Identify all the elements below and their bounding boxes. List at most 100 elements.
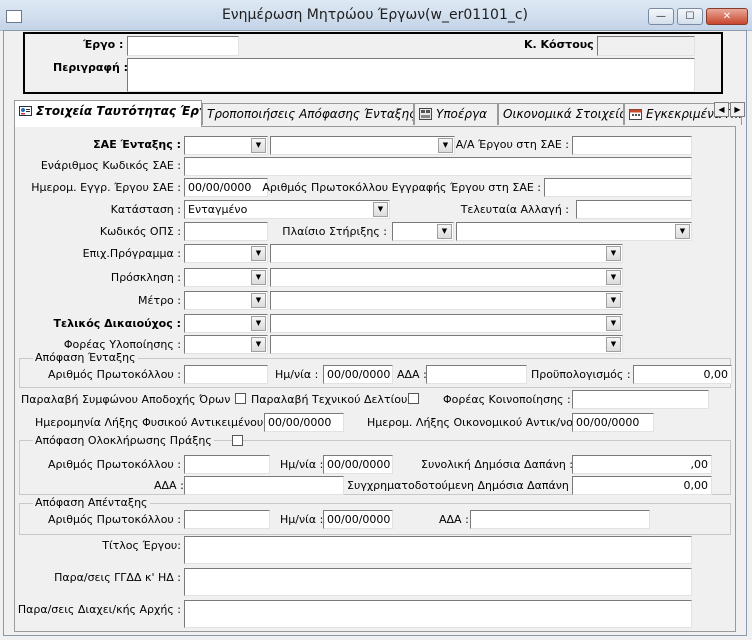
parasis-ggdd-textarea[interactable] [184, 568, 692, 596]
teleutaia-allagi-input[interactable] [576, 200, 692, 219]
oloklirosis-hmnia-input[interactable]: 00/00/0000 [323, 455, 393, 474]
proypologismos-input[interactable]: 0,00 [633, 365, 732, 384]
kodikos-ops-input[interactable] [184, 222, 268, 241]
maximize-button[interactable]: ☐ [677, 8, 703, 25]
sae-entaxis-desc-dropdown[interactable]: ▼ [270, 136, 455, 155]
perigrafi-input[interactable] [127, 58, 695, 92]
titlos-label: Τίτλος Έργου: [102, 539, 181, 552]
sygxrim-input[interactable]: 0,00 [572, 476, 712, 495]
telikos-dikaiouxos-desc-dropdown[interactable]: ▼ [270, 314, 623, 333]
hmer-lixis-fysikou-input[interactable]: 00/00/0000 [264, 413, 344, 432]
sygxrim-label: Συγχρηματοδοτούμενη Δημόσια Δαπάνη : [347, 479, 577, 492]
tab-stoixeia-taftotitas[interactable]: Στοιχεία Ταυτότητας Έργου [14, 100, 202, 127]
enarithmos-input[interactable] [184, 157, 692, 176]
ergo-input[interactable] [127, 36, 239, 56]
apofasi-apentaxis-title: Απόφαση Απένταξης [33, 496, 150, 509]
tab-panel-stoixeia: ΣΑΕ Ένταξης : ▼ ▼ Α/Α Έργου στη ΣΑΕ : Εν… [14, 126, 736, 632]
chevron-down-icon: ▼ [606, 246, 621, 261]
maximize-icon: ☐ [685, 11, 695, 22]
epix-programma-desc-dropdown[interactable]: ▼ [270, 244, 623, 263]
titlos-textarea[interactable] [184, 536, 692, 564]
entaxis-hmnia-input[interactable]: 00/00/0000 [323, 365, 393, 384]
metro-desc-dropdown[interactable]: ▼ [270, 291, 623, 310]
foreas-ylopoiisis-dropdown[interactable]: ▼ [184, 335, 268, 354]
prosklisi-desc-dropdown[interactable]: ▼ [270, 268, 623, 287]
close-button[interactable]: ✕ [706, 8, 748, 25]
parasis-diax-textarea[interactable] [184, 600, 692, 628]
synoliki-label: Συνολική Δημόσια Δαπάνη : [421, 458, 574, 471]
chevron-down-icon: ▼ [438, 138, 453, 153]
hmerom-eggr-label: Ημερομ. Εγγρ. Έργου ΣΑΕ : [31, 181, 181, 194]
prosklisi-dropdown[interactable]: ▼ [184, 268, 268, 287]
chevron-down-icon: ▼ [606, 337, 621, 352]
enarithmos-label: Ενάριθμος Κωδικός ΣΑΕ : [40, 159, 181, 172]
tab-scroll-right-button[interactable]: ▶ [730, 102, 745, 117]
chevron-down-icon: ▼ [606, 270, 621, 285]
paralavi-symfonou-checkbox[interactable] [235, 393, 246, 404]
chevron-down-icon: ▼ [606, 293, 621, 308]
kostous-label: Κ. Κόστους : [524, 38, 602, 51]
chevron-down-icon: ▼ [437, 224, 452, 239]
paralavi-texnikou-checkbox[interactable] [408, 393, 419, 404]
subprojects-icon [419, 108, 432, 120]
chevron-left-icon: ◀ [718, 105, 725, 114]
telikos-dikaiouxos-label: Τελικός Δικαιούχος : [53, 317, 181, 330]
tab-ypoerga[interactable]: Υποέργα [414, 103, 498, 125]
katastasi-dropdown[interactable]: Ενταγμένο ▼ [184, 200, 390, 219]
chevron-down-icon: ▼ [251, 293, 266, 308]
chevron-down-icon: ▼ [251, 138, 266, 153]
entaxis-ada-label: ΑΔΑ : [397, 368, 427, 381]
tab-scroll-left-button[interactable]: ◀ [714, 102, 729, 117]
app-window-icon [6, 10, 22, 23]
plaisio-desc-dropdown[interactable]: ▼ [456, 222, 692, 241]
paralavi-texnikou-label: Παραλαβή Τεχνικού Δελτίου : [251, 393, 415, 406]
katastasi-value: Ενταγμένο [188, 203, 248, 216]
hmer-lixis-oikonomikou-input[interactable]: 00/00/0000 [572, 413, 654, 432]
ergo-label: Έργο : [83, 38, 124, 51]
minimize-button[interactable]: — [648, 8, 674, 25]
header-panel: Έργο : Κ. Κόστους : Περιγραφή : [23, 32, 723, 94]
entaxis-hmnia-label: Ημ/νία : [275, 368, 319, 381]
apentaxis-ada-label: ΑΔΑ : [439, 513, 469, 526]
entaxis-arithmos-input[interactable] [184, 365, 268, 384]
apentaxis-arithmos-input[interactable] [184, 510, 270, 529]
chevron-down-icon: ▼ [251, 270, 266, 285]
sae-entaxis-label: ΣΑΕ Ένταξης : [93, 138, 181, 151]
tab-oikonomika[interactable]: Οικονομικά Στοιχεία [498, 103, 624, 125]
chevron-down-icon: ▼ [606, 316, 621, 331]
oloklirosis-hmnia-label: Ημ/νία : [280, 458, 324, 471]
chevron-down-icon: ▼ [251, 337, 266, 352]
oloklirosis-ada-input[interactable] [184, 476, 344, 495]
katastasi-label: Κατάσταση : [110, 203, 181, 216]
synoliki-input[interactable]: ,00 [572, 455, 712, 474]
telikos-dikaiouxos-dropdown[interactable]: ▼ [184, 314, 268, 333]
plaisio-dropdown[interactable]: ▼ [392, 222, 454, 241]
epix-programma-dropdown[interactable]: ▼ [184, 244, 268, 263]
hmer-lixis-fysikou-label: Ημερομηνία Λήξης Φυσικού Αντικειμένου : [35, 416, 271, 429]
apofasi-oloklirosis-title: Απόφαση Ολοκλήρωσης Πράξης [33, 434, 214, 447]
tab-label: Οικονομικά Στοιχεία [503, 107, 624, 121]
sae-entaxis-dropdown[interactable]: ▼ [184, 136, 268, 155]
foreas-koinopoiisis-input[interactable] [572, 390, 709, 409]
tab-tropopoiiseis[interactable]: Τροποποιήσεις Απόφασης Ένταξης [202, 103, 414, 125]
title-bar: Ενημέρωση Μητρώου Έργων(w_er01101_c) — ☐… [0, 0, 752, 31]
arithmos-protokollou-eggrafis-input[interactable] [544, 178, 692, 197]
apentaxis-hmnia-input[interactable]: 00/00/0000 [323, 510, 393, 529]
kodikos-ops-label: Κωδικός ΟΠΣ : [99, 225, 181, 238]
foreas-ylopoiisis-desc-dropdown[interactable]: ▼ [270, 335, 623, 354]
close-icon: ✕ [722, 11, 732, 22]
apentaxis-ada-input[interactable] [470, 510, 650, 529]
chevron-down-icon: ▼ [373, 202, 388, 217]
arithmos-protokollou-eggrafis-label: Αριθμός Πρωτοκόλλου Εγγραφής Έργου στη Σ… [262, 181, 541, 194]
tab-strip: Στοιχεία Ταυτότητας Έργου Τροποποιήσεις … [14, 100, 748, 127]
paralavi-symfonou-label: Παραλαβή Συμφώνου Αποδοχής Όρων : [21, 393, 238, 406]
hmer-lixis-oikonomikou-label: Ημερομ. Λήξης Οικονομικού Αντικ/νου : [367, 416, 587, 429]
epix-programma-label: Επιχ.Πρόγραμμα : [82, 247, 181, 260]
calendar-icon [629, 108, 642, 120]
aa-ergou-input[interactable] [572, 136, 692, 155]
metro-dropdown[interactable]: ▼ [184, 291, 268, 310]
apofasi-oloklirosis-checkbox[interactable] [232, 435, 243, 446]
oloklirosis-arithmos-input[interactable] [184, 455, 270, 474]
entaxis-ada-input[interactable] [426, 365, 527, 384]
hmerom-eggr-input[interactable]: 00/00/0000 [184, 178, 268, 197]
